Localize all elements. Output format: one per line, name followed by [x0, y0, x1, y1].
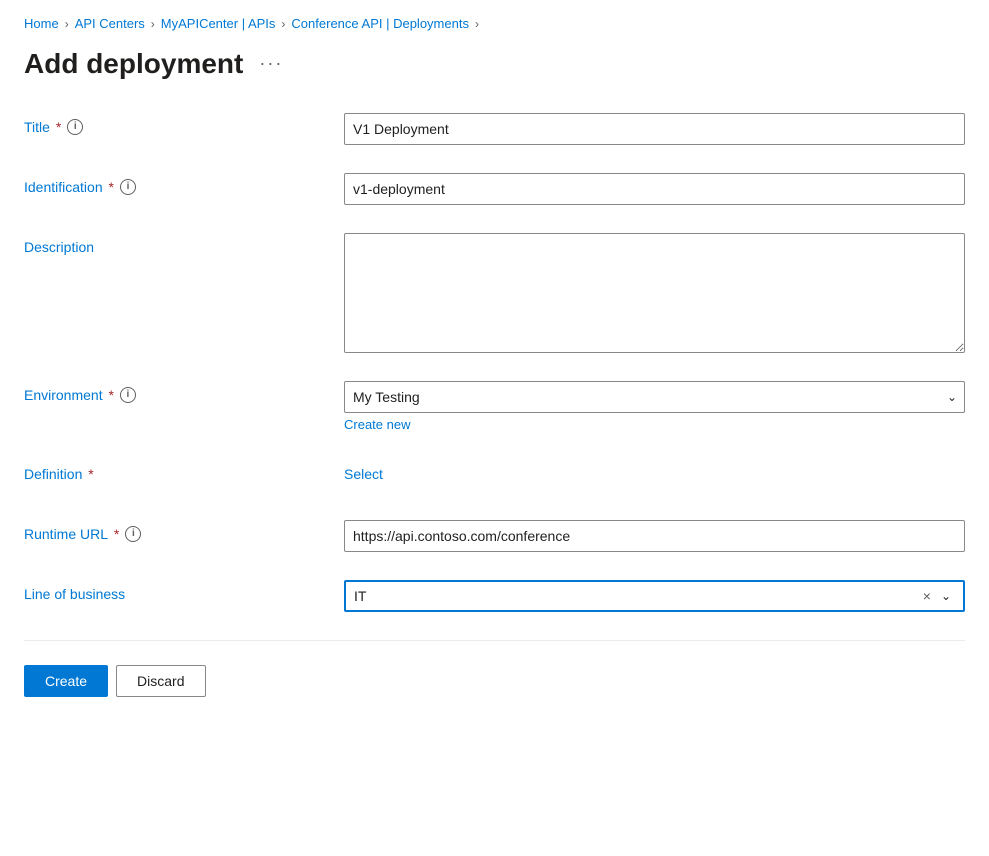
discard-button[interactable]: Discard — [116, 665, 205, 697]
description-label: Description — [24, 239, 94, 255]
environment-required: * — [105, 387, 114, 403]
identification-input[interactable] — [344, 173, 965, 205]
identification-required: * — [105, 179, 114, 195]
definition-row: Definition * Select — [24, 460, 965, 492]
identification-label-col: Identification * i — [24, 173, 344, 195]
tag-actions: × ⌄ — [921, 588, 959, 604]
environment-select[interactable]: My Testing Production Staging — [344, 381, 965, 413]
title-input[interactable] — [344, 113, 965, 145]
description-label-col: Description — [24, 233, 344, 255]
environment-row: Environment * i My Testing Production St… — [24, 381, 965, 432]
runtime-url-label: Runtime URL * — [24, 526, 119, 542]
line-of-business-control-col: IT × ⌄ — [344, 580, 965, 612]
runtime-url-row: Runtime URL * i — [24, 520, 965, 552]
environment-select-wrapper: My Testing Production Staging ⌄ — [344, 381, 965, 413]
definition-label-col: Definition * — [24, 460, 344, 482]
description-textarea[interactable] — [344, 233, 965, 353]
breadcrumb-sep-2: › — [151, 17, 155, 31]
definition-select-link[interactable]: Select — [344, 460, 965, 482]
create-new-link[interactable]: Create new — [344, 417, 965, 432]
line-of-business-clear-icon[interactable]: × — [921, 588, 933, 604]
environment-control-col: My Testing Production Staging ⌄ Create n… — [344, 381, 965, 432]
identification-row: Identification * i — [24, 173, 965, 205]
line-of-business-tag-input[interactable]: IT × ⌄ — [344, 580, 965, 612]
page-title: Add deployment — [24, 47, 243, 81]
runtime-url-info-icon[interactable]: i — [125, 526, 141, 542]
breadcrumb: Home › API Centers › MyAPICenter | APIs … — [24, 16, 965, 31]
line-of-business-label: Line of business — [24, 586, 125, 602]
line-of-business-row: Line of business IT × ⌄ — [24, 580, 965, 612]
definition-required: * — [84, 466, 93, 482]
title-row: Title * i — [24, 113, 965, 145]
identification-label: Identification * — [24, 179, 114, 195]
breadcrumb-sep-1: › — [65, 17, 69, 31]
environment-label: Environment * — [24, 387, 114, 403]
description-row: Description — [24, 233, 965, 353]
page-title-row: Add deployment ··· — [24, 47, 965, 81]
title-label: Title * — [24, 119, 61, 135]
identification-control-col — [344, 173, 965, 205]
breadcrumb-api-centers[interactable]: API Centers — [75, 16, 145, 31]
runtime-url-control-col — [344, 520, 965, 552]
environment-info-icon[interactable]: i — [120, 387, 136, 403]
line-of-business-value: IT — [350, 588, 921, 604]
title-required: * — [52, 119, 61, 135]
breadcrumb-my-api-center[interactable]: MyAPICenter | APIs — [161, 16, 276, 31]
line-of-business-chevron-icon[interactable]: ⌄ — [937, 589, 955, 603]
definition-label: Definition * — [24, 466, 94, 482]
create-button[interactable]: Create — [24, 665, 108, 697]
line-of-business-label-col: Line of business — [24, 580, 344, 602]
runtime-url-required: * — [110, 526, 119, 542]
breadcrumb-sep-4: › — [475, 17, 479, 31]
tag-input-row: IT × ⌄ — [350, 588, 959, 604]
title-label-col: Title * i — [24, 113, 344, 135]
identification-info-icon[interactable]: i — [120, 179, 136, 195]
ellipsis-button[interactable]: ··· — [253, 51, 289, 76]
definition-control-col: Select — [344, 460, 965, 482]
title-info-icon[interactable]: i — [67, 119, 83, 135]
breadcrumb-home[interactable]: Home — [24, 16, 59, 31]
runtime-url-label-col: Runtime URL * i — [24, 520, 344, 542]
form-divider — [24, 640, 965, 641]
form-container: Title * i Identification * i Desc — [24, 113, 965, 697]
breadcrumb-current: Conference API | Deployments — [291, 16, 469, 31]
runtime-url-input[interactable] — [344, 520, 965, 552]
breadcrumb-sep-3: › — [281, 17, 285, 31]
description-control-col — [344, 233, 965, 353]
environment-label-col: Environment * i — [24, 381, 344, 403]
button-row: Create Discard — [24, 665, 965, 697]
title-control-col — [344, 113, 965, 145]
